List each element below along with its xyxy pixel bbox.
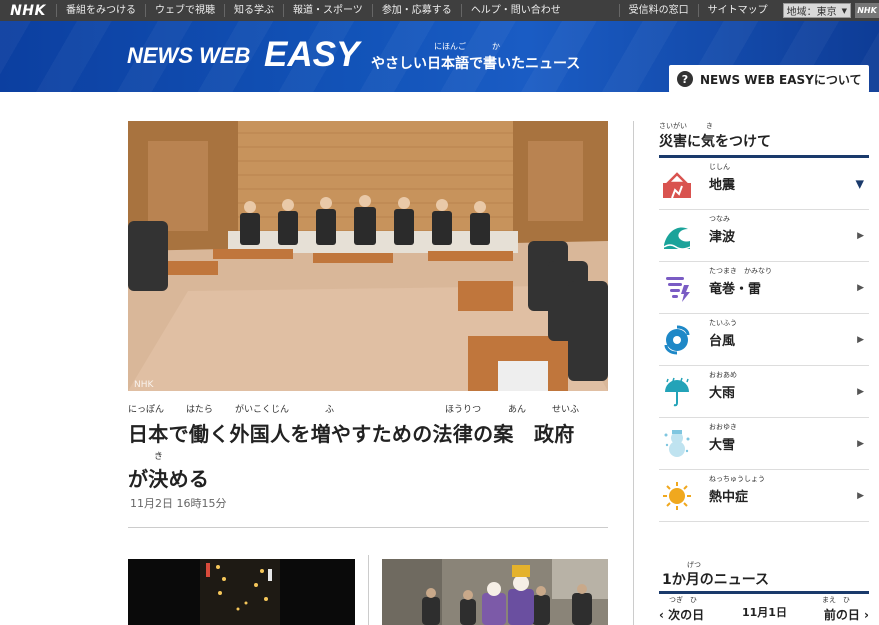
ruby-an: あん	[508, 405, 527, 415]
headline-line-2[interactable]: が決める	[128, 463, 209, 492]
svg-text:NHK: NHK	[134, 380, 155, 390]
heatstroke-label: 熱中症	[709, 490, 749, 505]
heatstroke-ruby: ねっちゅうしょう	[709, 475, 765, 483]
disaster-item-heavy-rain[interactable]: おおあめ大雨 ▶	[659, 366, 869, 418]
nav-learn[interactable]: 知る学ぶ	[224, 4, 283, 17]
chevron-down-icon: ▼	[841, 6, 847, 15]
typhoon-label: 台風	[709, 334, 736, 349]
chevron-right-icon: ›	[859, 608, 869, 622]
chevron-right-icon: ▶	[857, 334, 864, 345]
disaster-title-ruby-ki: き	[706, 122, 713, 130]
news-thumbnail-night-street[interactable]	[128, 559, 355, 625]
chevron-right-icon: ▶	[857, 230, 864, 241]
next-day-ruby: まえ ひ	[822, 596, 850, 604]
main-news-photo[interactable]: NHK	[128, 121, 608, 391]
disaster-item-typhoon[interactable]: たいふう台風 ▶	[659, 314, 869, 366]
tagline-ruby-ka: か	[492, 42, 500, 51]
about-button[interactable]: ? NEWS WEB EASYについて	[669, 65, 869, 92]
nav-news-sports[interactable]: 報道・スポーツ	[283, 4, 372, 17]
chevron-right-icon: ▶	[857, 282, 864, 293]
nav-find-programs[interactable]: 番組をみつける	[56, 4, 145, 17]
disaster-item-heatstroke[interactable]: ねっちゅうしょう熱中症 ▶	[659, 470, 869, 522]
site-tagline: やさしい日本語で書いたニュース	[371, 56, 581, 72]
news-thumbnail-maiko[interactable]	[382, 559, 608, 625]
site-header: NEWS WEB EASY にほんご か やさしい日本語で書いたニュース ? N…	[0, 21, 879, 92]
next-day-label: 次の日	[668, 608, 705, 622]
chevron-left-icon: ‹	[659, 608, 669, 622]
cabinet-meeting-image: NHK	[128, 121, 608, 391]
month-news-title: 1か月のニュース	[662, 572, 770, 588]
about-label: NEWS WEB EASYについて	[700, 72, 862, 87]
tornado-label: 竜巻・雷	[709, 282, 762, 297]
disaster-item-earthquake[interactable]: じしん地震 ▼	[659, 158, 869, 210]
maiko-parade-image	[382, 559, 608, 625]
nhk-mini-logo[interactable]: NHK	[855, 3, 879, 18]
date-navigation: つぎ ひ ‹ 次の日 11月1日 まえ ひ 前の日 ›	[659, 596, 869, 625]
heavy-rain-label: 大雨	[709, 386, 736, 401]
disaster-item-tsunami[interactable]: つなみ津波 ▶	[659, 210, 869, 262]
ruby-hatara: はたら	[186, 405, 213, 415]
heavy-snow-label: 大雪	[709, 438, 736, 453]
tornado-icon	[662, 273, 692, 303]
disaster-section-title: 災害に気をつけて	[659, 134, 771, 150]
disaster-item-tornado-lightning[interactable]: たつまき かみなり竜巻・雷 ▶	[659, 262, 869, 314]
chevron-right-icon: ▶	[857, 438, 864, 449]
tagline-ruby-nihongo: にほんご	[434, 42, 466, 51]
earthquake-ruby: じしん	[709, 163, 730, 171]
nhk-logo[interactable]: NHK	[0, 0, 56, 21]
ruby-nippon: にっぽん	[128, 405, 165, 415]
next-day-button[interactable]: ‹ 次の日	[659, 606, 704, 623]
nav-watch-online[interactable]: ウェブで視聴	[145, 4, 224, 17]
ruby-gaikokujin: がいこくじん	[235, 405, 290, 415]
tsunami-label: 津波	[709, 230, 736, 245]
heavy-rain-ruby: おおあめ	[709, 371, 737, 379]
ruby-houritsu: ほうりつ	[445, 405, 482, 415]
nav-help[interactable]: ヘルプ・問い合わせ	[460, 4, 570, 17]
region-value: 地域：東京	[786, 7, 837, 18]
typhoon-ruby: たいふう	[709, 319, 737, 327]
article-divider	[128, 527, 608, 528]
previous-day-button[interactable]: 前の日 ›	[824, 606, 869, 623]
night-street-image	[128, 559, 355, 625]
logo-easy[interactable]: EASY	[264, 35, 359, 75]
earthquake-icon	[662, 169, 692, 199]
global-nav-bar: NHK 番組をみつける ウェブで視聴 知る学ぶ 報道・スポーツ 参加・応募する …	[0, 0, 879, 21]
current-date: 11月1日	[742, 606, 787, 619]
global-nav-links: 番組をみつける ウェブで視聴 知る学ぶ 報道・スポーツ 参加・応募する ヘルプ・…	[56, 0, 570, 21]
earthquake-label: 地震	[709, 178, 736, 193]
disaster-list: じしん地震 ▼ つなみ津波 ▶ たつまき かみなり竜巻・雷 ▶ たいふう台風 ▶…	[659, 158, 869, 522]
chevron-right-icon: ▶	[857, 386, 864, 397]
previous-day-label: 前の日	[823, 608, 860, 622]
headline-line-1[interactable]: 日本で働く外国人を増やすための法律の案 政府	[128, 418, 575, 447]
ruby-ki: き	[154, 452, 164, 462]
sitemap-link[interactable]: サイトマップ	[697, 4, 777, 17]
month-title-underline	[659, 591, 869, 594]
logo-news-web[interactable]: NEWS WEB	[127, 43, 250, 69]
tornado-ruby: たつまき かみなり	[709, 267, 772, 275]
nav-participate[interactable]: 参加・応募する	[371, 4, 461, 17]
region-select[interactable]: 地域：東京 ▼	[782, 3, 851, 18]
umbrella-icon	[662, 377, 692, 407]
expand-down-icon: ▼	[855, 177, 864, 190]
prev-day-ruby: つぎ ひ	[669, 596, 697, 604]
sun-icon	[662, 481, 692, 511]
tsunami-icon	[662, 221, 692, 251]
sidebar-separator	[633, 121, 634, 625]
reception-fee-link[interactable]: 受信料の窓口	[618, 4, 698, 17]
article-date: 11月2日 16時15分	[130, 497, 227, 510]
chevron-right-icon: ▶	[857, 490, 864, 501]
ruby-seifu: せいふ	[552, 405, 580, 415]
disaster-title-ruby-saigai: さいがい	[659, 122, 687, 130]
disaster-item-heavy-snow[interactable]: おおゆき大雪 ▶	[659, 418, 869, 470]
snowman-icon	[662, 429, 692, 459]
thumbnail-separator	[368, 555, 369, 625]
heavy-snow-ruby: おおゆき	[709, 423, 737, 431]
question-icon: ?	[677, 71, 693, 87]
topbar-right: 受信料の窓口 サイトマップ 地域：東京 ▼ NHK	[618, 0, 879, 21]
tsunami-ruby: つなみ	[709, 215, 730, 223]
typhoon-icon	[662, 325, 692, 355]
ruby-fu: ふ	[325, 405, 335, 415]
